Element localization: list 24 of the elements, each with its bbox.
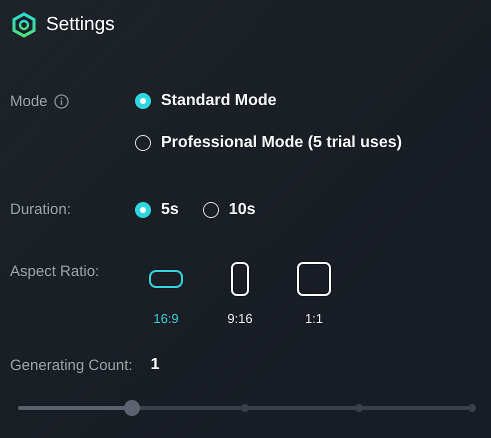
slider-thumb[interactable] [124, 400, 140, 416]
radio-label[interactable]: Standard Mode [161, 92, 277, 110]
radio-label[interactable]: 10s [228, 201, 256, 219]
radio-label[interactable]: 5s [161, 201, 179, 219]
info-icon[interactable] [54, 94, 69, 108]
duration-label: Duration: [10, 200, 72, 220]
ratio-label[interactable]: 1:1 [304, 311, 324, 326]
radio-button[interactable] [135, 135, 151, 151]
aspect-ratio-label: Aspect Ratio: [10, 262, 100, 282]
ratio-shape-icon[interactable] [149, 270, 183, 288]
ratio-label[interactable]: 9:16 [227, 311, 253, 326]
slider-tick-mark [241, 404, 249, 412]
mode-label: Mode [10, 92, 48, 110]
settings-title: Settings [46, 14, 115, 36]
count-value: 1 [150, 356, 160, 374]
radio-button[interactable] [135, 202, 151, 218]
radio-button[interactable] [202, 202, 219, 218]
slider-tick-mark [354, 404, 362, 412]
ratio-label[interactable]: 16:9 [153, 311, 179, 326]
slider-tick-mark [468, 404, 476, 412]
radio-button[interactable] [135, 93, 151, 109]
generating-count-label: Generating Count: [10, 356, 133, 374]
radio-label[interactable]: Professional Mode (5 trial uses) [161, 134, 402, 152]
hexagon-logo-icon [12, 12, 36, 38]
